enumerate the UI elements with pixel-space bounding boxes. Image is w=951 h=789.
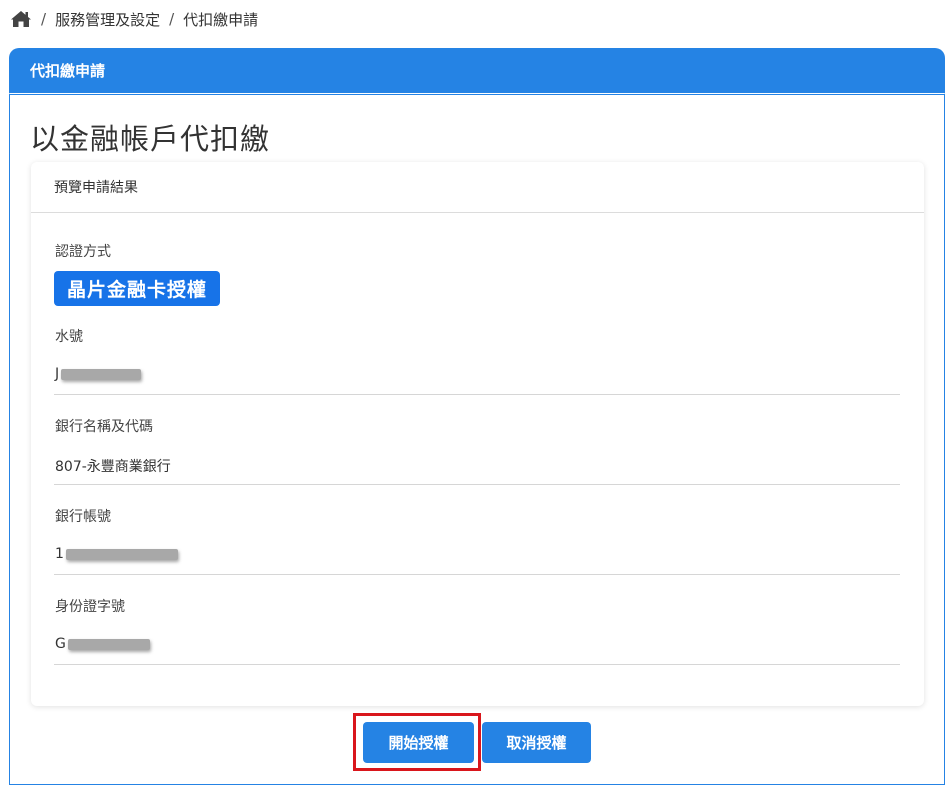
bank-name-label: 銀行名稱及代碼 (55, 419, 153, 435)
home-icon[interactable] (10, 10, 32, 28)
breadcrumb-separator: / (41, 10, 47, 28)
redaction-mask (67, 638, 150, 650)
panel-divider (9, 94, 945, 95)
redaction-mask (61, 368, 142, 380)
panel-header-title: 代扣繳申請 (30, 62, 106, 80)
id-number-value: G (55, 636, 150, 652)
card-header: 預覽申請結果 (31, 162, 924, 213)
id-number-prefix: G (55, 636, 66, 652)
bank-account-label: 銀行帳號 (55, 509, 111, 525)
water-number-prefix: J (55, 366, 60, 382)
field-divider (54, 664, 900, 665)
field-divider (54, 394, 900, 395)
bank-name-value: 807-永豐商業銀行 (55, 459, 171, 475)
cancel-authorization-button[interactable]: 取消授權 (482, 722, 591, 763)
preview-card: 預覽申請結果 認證方式 晶片金融卡授權 水號 J 銀行名稱及代碼 807-永豐商… (31, 162, 924, 706)
field-divider (54, 484, 900, 485)
redaction-mask (65, 548, 178, 560)
id-number-label: 身份證字號 (55, 599, 125, 615)
auth-method-label: 認證方式 (55, 244, 111, 260)
bank-account-prefix: 1 (55, 546, 64, 562)
start-authorization-button[interactable]: 開始授權 (363, 722, 474, 763)
water-number-label: 水號 (55, 329, 83, 345)
panel-header: 代扣繳申請 (9, 48, 945, 93)
water-number-value: J (55, 366, 142, 382)
breadcrumb: / 服務管理及設定 / 代扣繳申請 (10, 8, 258, 30)
bank-account-value: 1 (55, 546, 178, 562)
field-divider (54, 574, 900, 575)
breadcrumb-separator: / (169, 10, 175, 28)
breadcrumb-item-service-settings[interactable]: 服務管理及設定 (55, 9, 160, 30)
breadcrumb-item-withholding-application[interactable]: 代扣繳申請 (183, 9, 258, 30)
auth-method-badge: 晶片金融卡授權 (54, 271, 221, 306)
page-title: 以金融帳戶代扣繳 (30, 122, 271, 156)
card-header-title: 預覽申請結果 (54, 180, 138, 196)
